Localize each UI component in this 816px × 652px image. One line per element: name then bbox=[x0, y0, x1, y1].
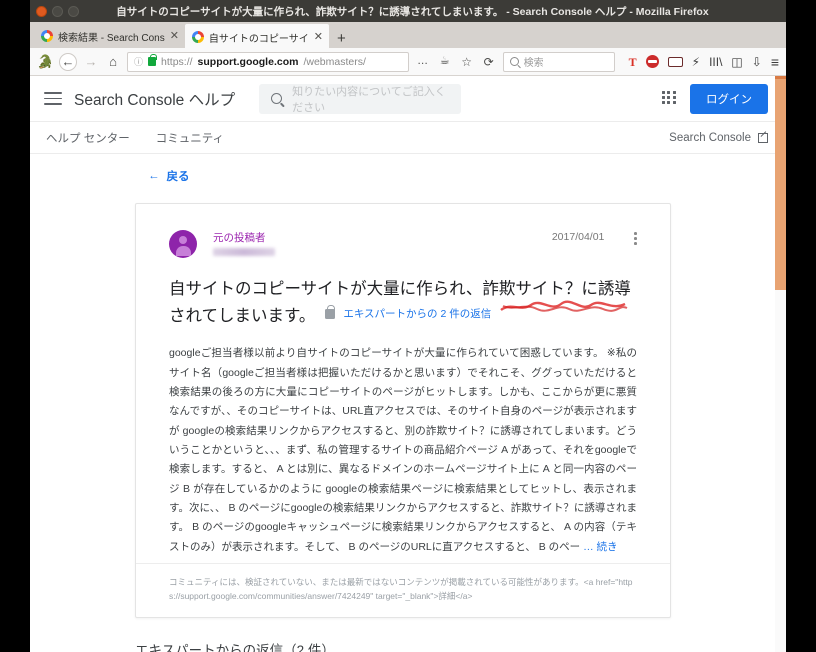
help-search-input[interactable]: 知りたい内容についてご記入ください bbox=[259, 83, 461, 114]
text-tool-icon[interactable]: T bbox=[629, 56, 637, 68]
poster-role: 元の投稿者 bbox=[213, 232, 266, 244]
search-icon bbox=[271, 93, 283, 104]
lock-icon bbox=[325, 305, 336, 320]
original-post-card: 元の投稿者 2017/04/01 自サイトのコピーサイトが大量に作られ、詐欺サイ… bbox=[135, 203, 671, 618]
toolbar-search-input[interactable]: 検索 bbox=[502, 51, 615, 72]
search-console-link-label: Search Console bbox=[669, 131, 751, 144]
tab-strip: 検索結果 - Search Cons ✕ 自サイトのコピーサイ ✕ + bbox=[30, 22, 786, 48]
window-titlebar: 自サイトのコピーサイトが大量に作られ、詐欺サイト？に誘導されてしまいます。 - … bbox=[30, 0, 786, 22]
poster-meta: 元の投稿者 bbox=[213, 230, 536, 256]
sidebar-icon[interactable]: ◫ bbox=[731, 56, 742, 68]
page-actions-icon[interactable]: … bbox=[415, 56, 431, 67]
forward-button-icon[interactable]: → bbox=[83, 55, 99, 68]
search-icon bbox=[509, 57, 519, 66]
google-favicon-icon bbox=[41, 30, 53, 42]
desktop-background: 自サイトのコピーサイトが大量に作られ、詐欺サイト？に誘導されてしまいます。 - … bbox=[0, 0, 816, 652]
url-host: support.google.com bbox=[197, 55, 299, 68]
back-button-icon[interactable]: ← bbox=[59, 52, 77, 71]
browser-tab-1[interactable]: 検索結果 - Search Cons ✕ bbox=[34, 24, 185, 48]
page-scrollbar[interactable] bbox=[775, 76, 786, 652]
red-annotation-scribble bbox=[500, 300, 628, 312]
window-maximize-button[interactable] bbox=[68, 5, 79, 17]
secondary-navigation: ヘルプ センター コミュニティ Search Console bbox=[30, 122, 786, 154]
post-title-badges: エキスパートからの 2 件の返信 bbox=[325, 305, 491, 323]
lock-icon bbox=[148, 54, 157, 66]
back-link-label: 戻る bbox=[166, 171, 190, 183]
adblock-icon[interactable] bbox=[645, 55, 659, 68]
google-favicon-icon bbox=[191, 31, 204, 43]
post-body-paragraph: googleご担当者様以前より自サイトのコピーサイトが大量に作られていて困惑して… bbox=[169, 347, 637, 553]
post-body: 元の投稿者 2017/04/01 自サイトのコピーサイトが大量に作られ、詐欺サイ… bbox=[136, 204, 670, 563]
search-console-external-link[interactable]: Search Console bbox=[669, 132, 768, 144]
window-controls bbox=[36, 5, 79, 17]
post-title-block: 自サイトのコピーサイトが大量に作られ、詐欺サイト？に誘導されてしまいます。 エキス… bbox=[169, 276, 637, 329]
poster-name-redacted bbox=[213, 247, 275, 256]
browser-tab-2-label: 自サイトのコピーサイ bbox=[208, 33, 309, 45]
bookmark-star-icon[interactable]: ☆ bbox=[459, 56, 475, 68]
window-close-button[interactable] bbox=[36, 5, 47, 17]
window-title: 自サイトのコピーサイトが大量に作られ、詐欺サイト？に誘導されてしまいます。 - … bbox=[116, 5, 709, 18]
post-body-text: googleご担当者様以前より自サイトのコピーサイトが大量に作られていて困惑して… bbox=[169, 344, 637, 556]
browser-tab-2[interactable]: 自サイトのコピーサイ ✕ bbox=[184, 24, 329, 48]
back-link[interactable]: ← 戻る bbox=[30, 154, 786, 184]
expert-replies-section-title: エキスパートからの返信（2 件） bbox=[135, 642, 335, 652]
subnav-item-community[interactable]: コミュニティ bbox=[156, 130, 224, 146]
window-minimize-button[interactable] bbox=[52, 5, 63, 17]
browser-tab-1-label: 検索結果 - Search Cons bbox=[58, 32, 165, 44]
post-options-menu-icon[interactable] bbox=[634, 230, 637, 245]
pocket-icon[interactable]: ☕ bbox=[437, 56, 453, 67]
firefox-logo-icon: 🐊 bbox=[37, 54, 54, 69]
expert-replies-link[interactable]: エキスパートからの 2 件の返信 bbox=[343, 306, 491, 323]
home-button-icon[interactable]: ⌂ bbox=[105, 55, 121, 68]
community-disclaimer: コミュニティには、検証されていない、または最新ではないコンテンツが掲載されている… bbox=[136, 562, 670, 617]
library-icon[interactable]: III\ bbox=[709, 56, 722, 68]
lightning-icon[interactable]: ⚡ bbox=[692, 56, 700, 68]
hamburger-menu-icon[interactable]: ≡ bbox=[771, 55, 779, 69]
extension-icons: T ⚡ III\ ◫ ⇩ ≡ bbox=[629, 55, 779, 69]
subnav-item-help-center[interactable]: ヘルプ センター bbox=[46, 130, 130, 146]
reload-icon[interactable]: ⟳ bbox=[481, 56, 497, 68]
nav-menu-icon[interactable] bbox=[44, 92, 62, 105]
browser-toolbar: 🐊 ← → ⌂ ⓘ https:// support.google.com/web… bbox=[30, 48, 786, 76]
back-arrow-icon: ← bbox=[148, 170, 160, 182]
scrollbar-thumb-highlight bbox=[775, 76, 786, 79]
page-title: Search Console ヘルプ bbox=[74, 91, 236, 109]
hd-video-icon[interactable] bbox=[667, 56, 683, 67]
toolbar-search-placeholder: 検索 bbox=[523, 58, 544, 69]
browser-tab-2-close-icon[interactable]: ✕ bbox=[314, 31, 323, 43]
page-content: ← 戻る 元の投稿者 2017/04/01 自サイトのコピーサイトが大量に作られ… bbox=[30, 154, 786, 652]
post-date: 2017/04/01 bbox=[551, 231, 605, 243]
save-to-icon[interactable]: ⇩ bbox=[752, 56, 762, 68]
firefox-browser-window: 自サイトのコピーサイトが大量に作られ、詐欺サイト？に誘導されてしまいます。 - … bbox=[30, 0, 786, 652]
avatar bbox=[169, 230, 197, 258]
url-scheme: https:// bbox=[161, 55, 193, 68]
url-path: /webmasters/ bbox=[303, 55, 366, 68]
login-button[interactable]: ログイン bbox=[690, 83, 768, 114]
read-more-link[interactable]: … 続き bbox=[583, 541, 617, 553]
page-viewport: Search Console ヘルプ 知りたい内容についてご記入ください ログイ… bbox=[30, 76, 786, 652]
post-header: 元の投稿者 2017/04/01 bbox=[169, 230, 637, 258]
new-tab-button[interactable]: + bbox=[329, 31, 354, 48]
page-scrollbar-thumb[interactable] bbox=[775, 76, 786, 290]
site-info-icon[interactable]: ⓘ bbox=[134, 55, 143, 68]
url-address-bar[interactable]: ⓘ https:// support.google.com/webmasters/ bbox=[127, 51, 409, 72]
help-search-placeholder: 知りたい内容についてご記入ください bbox=[292, 85, 446, 114]
browser-tab-1-close-icon[interactable]: ✕ bbox=[170, 30, 179, 42]
google-product-header: Search Console ヘルプ 知りたい内容についてご記入ください ログイ… bbox=[30, 76, 786, 122]
external-link-icon bbox=[758, 132, 768, 143]
apps-grid-icon[interactable] bbox=[662, 90, 678, 107]
